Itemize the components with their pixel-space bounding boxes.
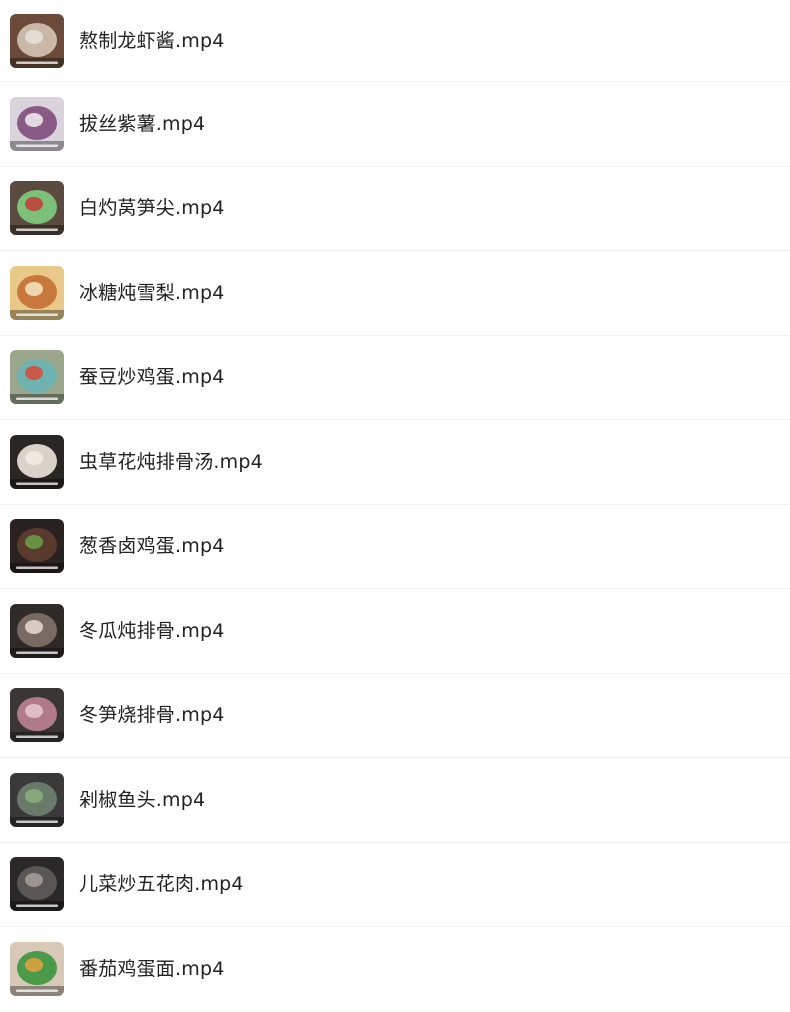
video-thumbnail-icon[interactable] [10,603,64,658]
file-list-item[interactable]: 白灼莴笋尖.mp4 [0,167,790,251]
thumbnail-image [10,13,64,68]
file-list-item[interactable]: 冰糖炖雪梨.mp4 [0,251,790,336]
file-name[interactable]: 熬制龙虾酱.mp4 [79,29,225,53]
file-name[interactable]: 冰糖炖雪梨.mp4 [79,281,225,305]
file-list-item[interactable]: 冬笋烧排骨.mp4 [0,674,790,758]
file-name[interactable]: 葱香卤鸡蛋.mp4 [79,534,225,558]
video-thumbnail-icon[interactable] [10,13,64,68]
file-list-item[interactable]: 拔丝紫薯.mp4 [0,82,790,167]
file-name[interactable]: 白灼莴笋尖.mp4 [79,196,225,220]
video-file-list: 熬制龙虾酱.mp4 拔丝紫薯.mp4 白灼莴笋尖.mp4 冰糖炖雪梨.mp4 蚕豆炒鸡蛋… [0,0,790,1012]
thumbnail-image [10,434,64,489]
file-name[interactable]: 儿菜炒五花肉.mp4 [79,872,244,896]
file-name[interactable]: 蚕豆炒鸡蛋.mp4 [79,365,225,389]
thumbnail-image [10,350,64,405]
file-list-item[interactable]: 葱香卤鸡蛋.mp4 [0,505,790,589]
file-name[interactable]: 番茄鸡蛋面.mp4 [79,957,225,981]
thumbnail-image [10,857,64,912]
file-list-item[interactable]: 蚕豆炒鸡蛋.mp4 [0,336,790,420]
file-name[interactable]: 冬笋烧排骨.mp4 [79,703,225,727]
video-thumbnail-icon[interactable] [10,688,64,743]
video-thumbnail-icon[interactable] [10,434,64,489]
file-list-item[interactable]: 虫草花炖排骨汤.mp4 [0,420,790,505]
video-thumbnail-icon[interactable] [10,96,64,151]
thumbnail-image [10,772,64,827]
file-list-item[interactable]: 熬制龙虾酱.mp4 [0,0,790,82]
file-list-item[interactable]: 番茄鸡蛋面.mp4 [0,927,790,1012]
video-thumbnail-icon[interactable] [10,857,64,912]
file-list-item[interactable]: 剁椒鱼头.mp4 [0,758,790,843]
video-thumbnail-icon[interactable] [10,942,64,997]
file-name[interactable]: 冬瓜炖排骨.mp4 [79,619,225,643]
thumbnail-image [10,96,64,151]
thumbnail-image [10,603,64,658]
video-thumbnail-icon[interactable] [10,181,64,236]
thumbnail-image [10,265,64,320]
file-list-item[interactable]: 儿菜炒五花肉.mp4 [0,843,790,927]
video-thumbnail-icon[interactable] [10,265,64,320]
file-name[interactable]: 剁椒鱼头.mp4 [79,788,205,812]
thumbnail-image [10,942,64,997]
video-thumbnail-icon[interactable] [10,350,64,405]
video-thumbnail-icon[interactable] [10,519,64,574]
video-thumbnail-icon[interactable] [10,772,64,827]
thumbnail-image [10,688,64,743]
file-name[interactable]: 拔丝紫薯.mp4 [79,112,205,136]
thumbnail-image [10,519,64,574]
thumbnail-image [10,181,64,236]
file-list-item[interactable]: 冬瓜炖排骨.mp4 [0,589,790,674]
file-name[interactable]: 虫草花炖排骨汤.mp4 [79,450,263,474]
